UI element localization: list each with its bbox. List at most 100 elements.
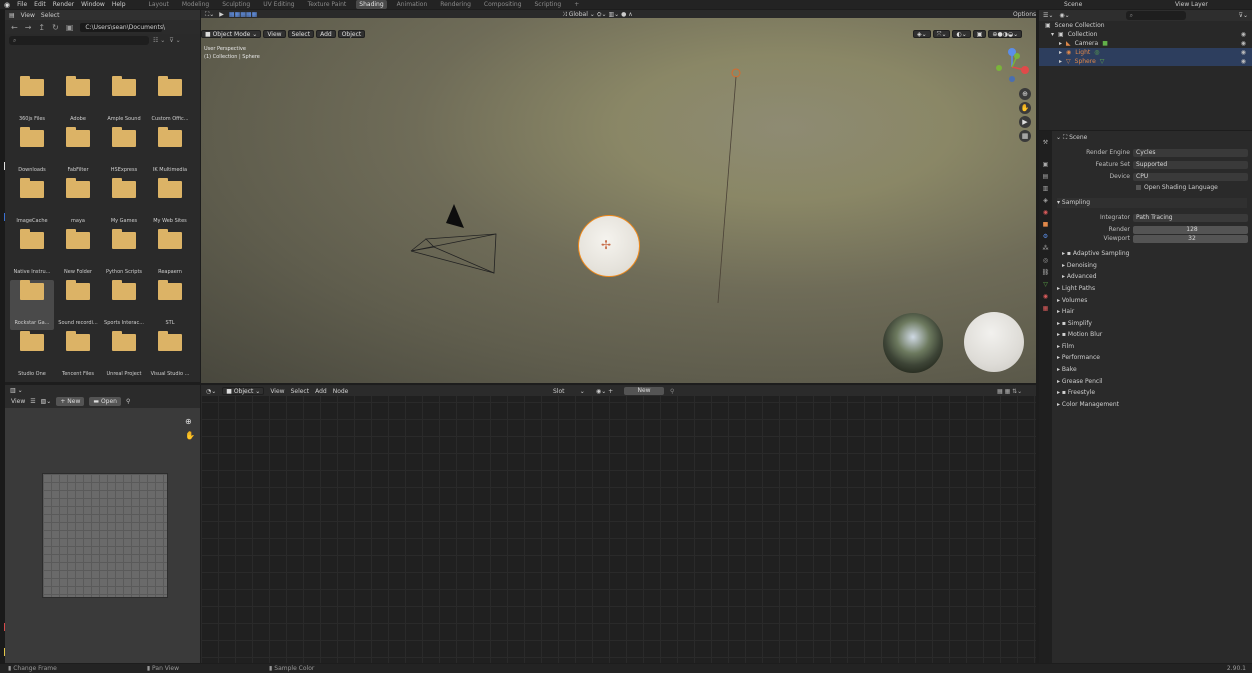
slot-dropdown[interactable]: Slot ⌄ bbox=[553, 388, 585, 395]
view-layer-selector[interactable]: View Layer bbox=[1175, 1, 1208, 8]
adaptive-sampling-subsection[interactable]: ▸ ▪ Adaptive Sampling bbox=[1062, 249, 1252, 259]
uv-grid[interactable] bbox=[42, 473, 168, 598]
folder-item[interactable]: Ample Sound bbox=[102, 76, 146, 126]
folder-item[interactable]: FabFilter bbox=[56, 127, 100, 177]
vp-select-menu[interactable]: Select bbox=[287, 30, 315, 38]
mesh-data-icon[interactable]: ▽ bbox=[1100, 58, 1105, 65]
light-paths-panel[interactable]: ▸ Light Paths bbox=[1057, 284, 1247, 294]
folder-item[interactable]: Tencent Files bbox=[56, 331, 100, 381]
shading-controls[interactable]: ◈⌄ ⤧⌄ ◐⌄ ▣ ⊕●◑◒⌄ bbox=[913, 30, 1023, 38]
particles-tab-icon[interactable]: ⁂ bbox=[1039, 245, 1052, 257]
freestyle-panel[interactable]: ▸ ▪ Freestyle bbox=[1057, 388, 1247, 398]
expand-arrow-icon[interactable]: ▾ bbox=[1051, 31, 1054, 38]
folder-item[interactable]: Sports Interac... bbox=[102, 280, 146, 330]
forward-arrow-icon[interactable]: → bbox=[25, 23, 32, 32]
editor-type-icon[interactable]: ☰⌄ bbox=[1043, 12, 1053, 19]
physics-tab-icon[interactable]: ◎ bbox=[1039, 257, 1052, 269]
hand-pan-icon[interactable]: ✋ bbox=[185, 431, 195, 440]
outliner-item-sphere[interactable]: ▸ ▽ Sphere ▽ ◉ bbox=[1039, 57, 1252, 66]
ne-node-menu[interactable]: Node bbox=[333, 388, 349, 395]
render-tab-icon[interactable]: ▣ bbox=[1039, 161, 1052, 173]
ne-view-menu[interactable]: View bbox=[270, 388, 284, 395]
sampling-section[interactable]: ▾ Sampling bbox=[1057, 198, 1247, 208]
folder-item[interactable]: Adobe bbox=[56, 76, 100, 126]
back-arrow-icon[interactable]: ← bbox=[11, 23, 18, 32]
shader-node-editor[interactable] bbox=[201, 385, 1036, 663]
tool-tab-icon[interactable]: ⚒ bbox=[1039, 139, 1052, 151]
osl-checkbox-row[interactable]: Open Shading Language bbox=[1136, 183, 1218, 192]
denoising-subsection[interactable]: ▸ Denoising bbox=[1062, 261, 1252, 271]
tab-animation[interactable]: Animation bbox=[394, 0, 431, 9]
zoom-icon[interactable]: ⊕ bbox=[185, 417, 192, 426]
folder-item[interactable]: ImageCache bbox=[10, 178, 54, 228]
folder-item[interactable]: maya bbox=[56, 178, 100, 228]
folder-item[interactable]: STL bbox=[148, 280, 192, 330]
tab-compositing[interactable]: Compositing bbox=[481, 0, 525, 9]
select-mode-icons[interactable]: ▦▦▦▦▦ bbox=[229, 11, 257, 18]
folder-item[interactable]: Downloads bbox=[10, 127, 54, 177]
vp-object-menu[interactable]: Object bbox=[337, 30, 366, 38]
3d-viewport[interactable]: ■ Object Mode ⌄ View Select Add Object U… bbox=[201, 18, 1036, 383]
folder-item[interactable]: My Games bbox=[102, 178, 146, 228]
outliner-root[interactable]: ▣ Scene Collection bbox=[1039, 21, 1252, 30]
output-tab-icon[interactable]: ▤ bbox=[1039, 173, 1052, 185]
scene-selector[interactable]: Scene bbox=[1064, 1, 1082, 8]
light-object[interactable] bbox=[706, 63, 746, 308]
grid-view-icon[interactable]: ▦ bbox=[1019, 130, 1031, 142]
advanced-subsection[interactable]: ▸ Advanced bbox=[1062, 272, 1252, 282]
folder-item[interactable]: Native Instru... bbox=[10, 229, 54, 279]
parent-dir-icon[interactable]: ↥ bbox=[38, 23, 45, 32]
filter-icon[interactable]: ⊽⌄ bbox=[1239, 12, 1248, 19]
hamburger-icon[interactable]: ☰ bbox=[30, 398, 35, 405]
eye-icon[interactable]: ◉ bbox=[1241, 58, 1246, 65]
scene-tab-icon[interactable]: ◈ bbox=[1039, 197, 1052, 209]
expand-arrow-icon[interactable]: ▸ bbox=[1059, 58, 1062, 65]
outliner-item-light[interactable]: ▸ ◉ Light ◎ ◉ bbox=[1039, 48, 1252, 57]
zoom-icon[interactable]: ⊕ bbox=[1019, 88, 1031, 100]
folder-item[interactable]: My Web Sites bbox=[148, 178, 192, 228]
eye-icon[interactable]: ◉ bbox=[1241, 40, 1246, 47]
data-tab-icon[interactable]: ▽ bbox=[1039, 281, 1052, 293]
eye-icon[interactable]: ◉ bbox=[1241, 31, 1246, 38]
device-dropdown[interactable]: CPU bbox=[1133, 172, 1248, 181]
folder-item[interactable]: New Folder bbox=[56, 229, 100, 279]
hand-pan-icon[interactable]: ✋ bbox=[1019, 102, 1031, 114]
camera-object[interactable] bbox=[406, 201, 506, 276]
volumes-panel[interactable]: ▸ Volumes bbox=[1057, 296, 1247, 306]
camera-data-icon[interactable]: ■ bbox=[1102, 40, 1108, 47]
feature-set-dropdown[interactable]: Supported bbox=[1133, 160, 1248, 169]
outliner-search-input[interactable]: ⌕ bbox=[1125, 11, 1186, 20]
folder-item[interactable]: Python Scripts bbox=[102, 229, 146, 279]
menu-help[interactable]: Help bbox=[112, 1, 126, 8]
menu-file[interactable]: File bbox=[17, 1, 27, 8]
open-image-button[interactable]: ▬ Open bbox=[89, 397, 121, 406]
tab-modeling[interactable]: Modeling bbox=[179, 0, 212, 9]
color-management-panel[interactable]: ▸ Color Management bbox=[1057, 400, 1247, 410]
modifier-tab-icon[interactable]: ⚙ bbox=[1039, 233, 1052, 245]
blender-logo-icon[interactable]: ◉ bbox=[4, 1, 10, 9]
outliner-item-camera[interactable]: ▸ ◣ Camera ■ ◉ bbox=[1039, 39, 1252, 48]
node-overlay-icons[interactable]: ▦ ▦ ⇅⌄ bbox=[997, 388, 1022, 395]
object-tab-icon[interactable]: ■ bbox=[1039, 221, 1052, 233]
hair-panel[interactable]: ▸ Hair bbox=[1057, 307, 1247, 317]
fb-view-menu[interactable]: View bbox=[21, 12, 35, 19]
bake-panel[interactable]: ▸ Bake bbox=[1057, 365, 1247, 375]
world-tab-icon[interactable]: ◉ bbox=[1039, 209, 1052, 221]
osl-checkbox[interactable] bbox=[1136, 185, 1141, 190]
tab-rendering[interactable]: Rendering bbox=[437, 0, 474, 9]
tab-scripting[interactable]: Scripting bbox=[532, 0, 565, 9]
tab-layout[interactable]: Layout bbox=[146, 0, 172, 9]
display-mode-icon[interactable]: ☷ ⌄ bbox=[153, 37, 165, 44]
tab-shading[interactable]: Shading bbox=[356, 0, 387, 9]
performance-panel[interactable]: ▸ Performance bbox=[1057, 353, 1247, 363]
motion-blur-panel[interactable]: ▸ ▪ Motion Blur bbox=[1057, 330, 1247, 340]
file-search-input[interactable]: ⌕ bbox=[9, 35, 149, 45]
editor-type-icon[interactable]: ▥ ⌄ bbox=[10, 387, 23, 394]
visibility-icon[interactable]: ◈⌄ bbox=[913, 30, 931, 38]
folder-item[interactable]: Reapaern bbox=[148, 229, 192, 279]
fb-select-menu[interactable]: Select bbox=[41, 12, 60, 19]
outliner-collection[interactable]: ▾ ▣ Collection ◉ bbox=[1039, 30, 1252, 39]
ne-add-menu[interactable]: Add bbox=[315, 388, 327, 395]
render-engine-dropdown[interactable]: Cycles bbox=[1133, 148, 1248, 157]
light-data-icon[interactable]: ◎ bbox=[1094, 49, 1099, 56]
